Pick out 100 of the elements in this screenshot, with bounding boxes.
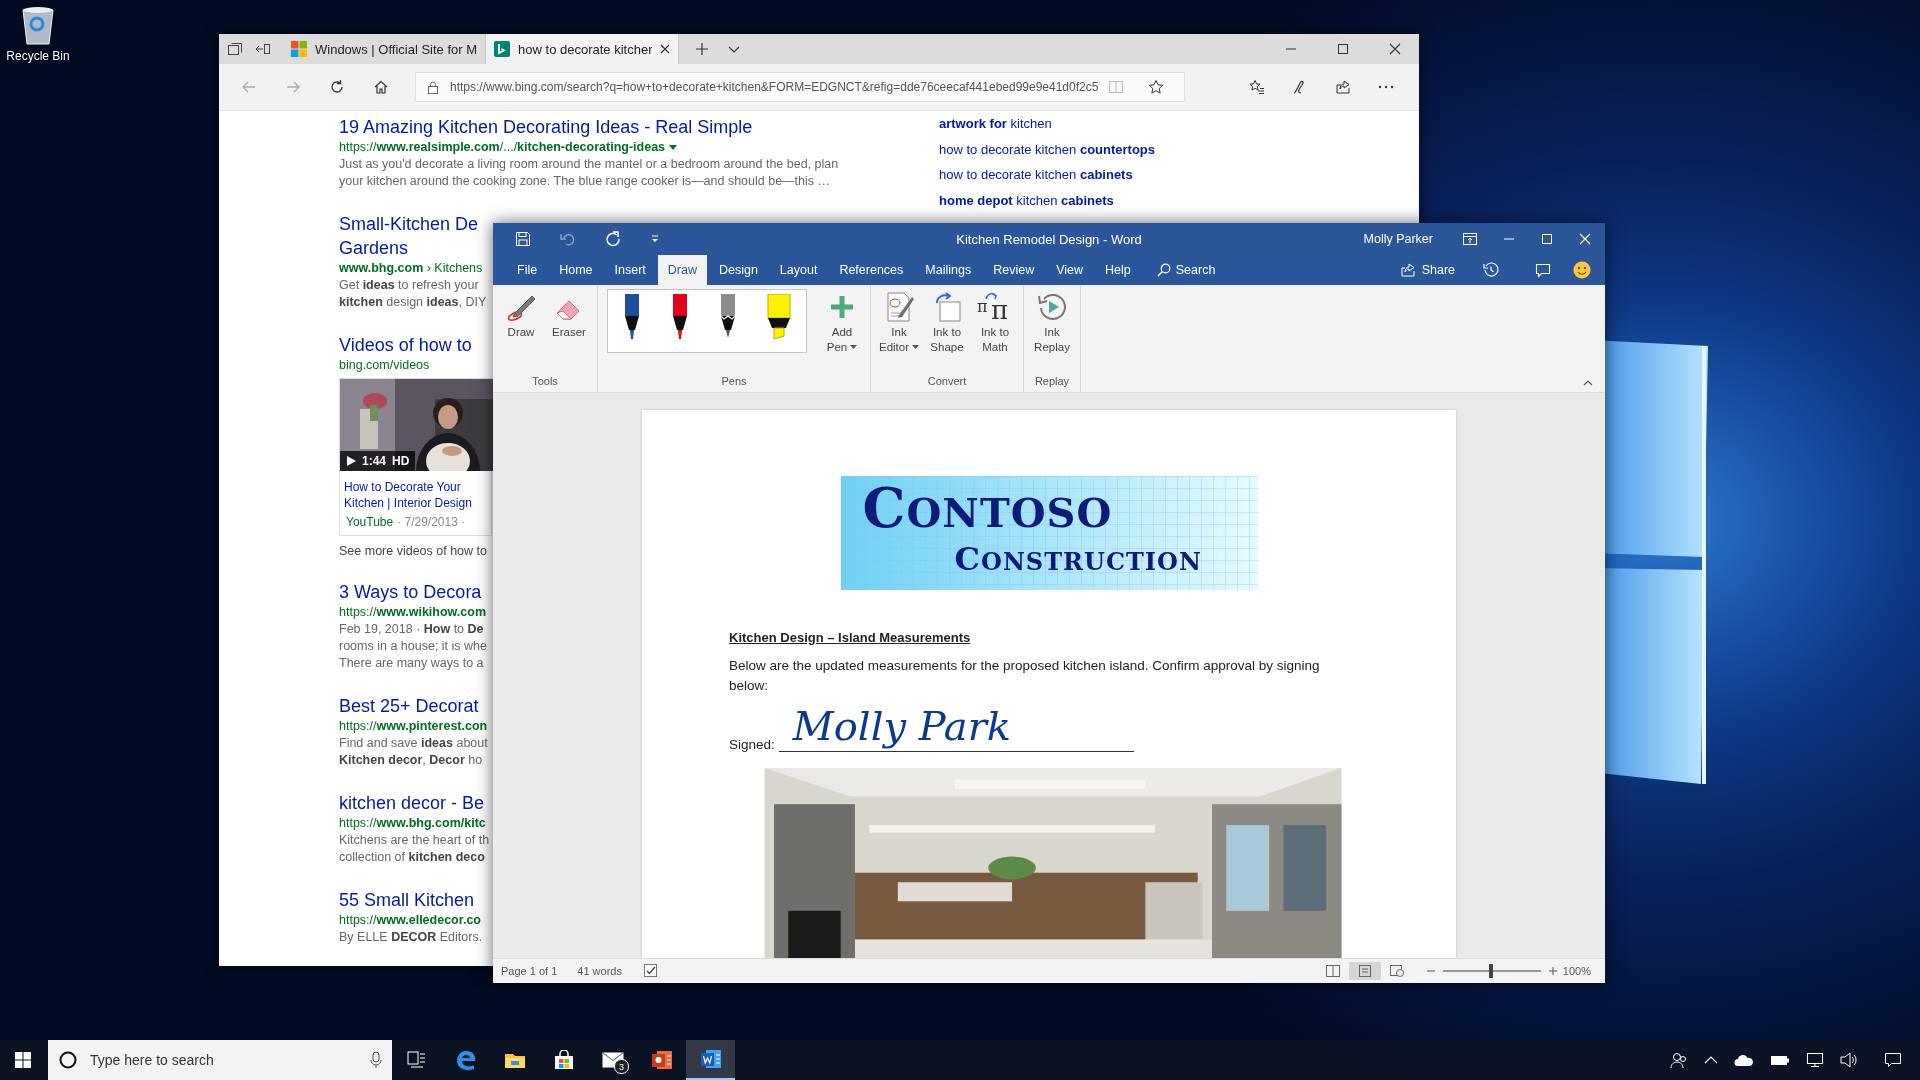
browser-tab[interactable]: how to decorate kitcher [486, 34, 680, 64]
related-search-link[interactable]: artwork for kitchen [939, 115, 1156, 133]
new-tab-icon[interactable] [695, 42, 710, 56]
signature-line[interactable]: Molly Park [778, 700, 1134, 752]
ink-editor-button[interactable]: Ink Editor [876, 289, 922, 357]
notifications-icon[interactable] [1884, 1052, 1902, 1068]
network-icon[interactable] [1806, 1052, 1824, 1068]
search-field[interactable]: Type here to search [88, 1051, 360, 1069]
result-title[interactable]: Small-Kitchen De Gardens [339, 212, 487, 260]
ribbon-tab[interactable]: Layout [769, 255, 828, 285]
related-search-link[interactable]: home depot kitchen cabinets [939, 191, 1156, 209]
chevron-up-icon[interactable] [1704, 1055, 1718, 1065]
ribbon-tab[interactable]: Help [1095, 255, 1141, 285]
page-count: Page 1 of 1 [501, 965, 558, 977]
ribbon-tab[interactable]: Mailings [915, 255, 982, 285]
zoom-in-icon[interactable] [1548, 967, 1557, 975]
more-videos-link[interactable]: See more videos of how to [339, 544, 492, 558]
ribbon-tab[interactable]: View [1046, 255, 1094, 285]
ribbon-display-options-icon[interactable] [1463, 233, 1477, 245]
eraser-button[interactable]: Eraser [546, 289, 592, 342]
maximize-icon[interactable] [1337, 43, 1349, 55]
caret-icon[interactable] [912, 345, 919, 351]
ribbon-tab[interactable]: Insert [604, 255, 656, 285]
share-icon[interactable] [1335, 79, 1351, 95]
ribbon-tab[interactable]: Draw [657, 255, 707, 285]
collapse-ribbon-icon[interactable] [1583, 380, 1593, 386]
comment-icon[interactable] [1535, 262, 1551, 278]
ink-replay-button[interactable]: Ink Replay [1029, 289, 1075, 357]
ribbon-group-label: Pens [720, 375, 748, 389]
trash-bin-icon[interactable] [20, 4, 56, 46]
video-quality-label: HD [392, 454, 410, 468]
customize-icon[interactable] [650, 234, 660, 244]
slider-thumb[interactable] [1488, 964, 1493, 978]
pen-icon[interactable] [670, 294, 690, 340]
set-aside-tabs-icon[interactable] [255, 41, 271, 57]
result-title[interactable]: 3 Ways to Decora [339, 580, 487, 604]
video-caption[interactable]: How to Decorate Your Kitchen | Interior Design [340, 471, 488, 513]
presentation-app-icon[interactable] [650, 1049, 673, 1071]
add-pen-button[interactable]: Add Pen [819, 289, 865, 357]
badge: 3 [614, 1059, 629, 1074]
close-icon[interactable] [1389, 43, 1401, 55]
cortana-ring-icon [58, 1050, 78, 1070]
star-icon[interactable] [1148, 79, 1165, 95]
zoom-percent: 100% [1562, 965, 1591, 977]
home-icon[interactable] [373, 79, 389, 95]
ribbon-group-label: Tools [531, 375, 559, 389]
result-title[interactable]: kitchen decor - Be [339, 791, 490, 815]
highlighter-icon[interactable] [766, 294, 792, 340]
taskbar-button[interactable]: 3 [588, 1040, 637, 1080]
ribbon-tab[interactable]: File [507, 255, 548, 285]
play-icon[interactable] [346, 456, 356, 466]
volume-icon[interactable] [1840, 1052, 1858, 1068]
shopping-bag-icon[interactable] [553, 1050, 574, 1070]
draw-button[interactable]: Draw [498, 289, 544, 342]
result-title[interactable]: Best 25+ Decorat [339, 694, 488, 718]
ribbon-tab[interactable]: Design [708, 255, 768, 285]
view-button[interactable] [1348, 962, 1381, 980]
people-icon[interactable] [1670, 1051, 1688, 1069]
caret-icon[interactable] [669, 144, 678, 151]
share-icon [1399, 262, 1416, 278]
result-title[interactable]: Videos of how to [339, 333, 492, 357]
document-app-icon[interactable] [699, 1048, 722, 1070]
related-search-link[interactable]: how to decorate kitchen cabinets [939, 166, 1156, 184]
search-icon [1156, 263, 1171, 277]
proofing-icon[interactable] [643, 964, 658, 978]
redo-icon[interactable] [605, 231, 621, 247]
refresh-icon[interactable] [329, 79, 345, 95]
address-bar[interactable]: https://www.bing.com/search?q=how+to+decorate+kitchen&FORM=EDGNCT&refig=dde76ceecaf441ebed99e9e41d0f2c5 [415, 72, 1185, 102]
taskbar-button[interactable] [686, 1040, 735, 1080]
folder-icon[interactable] [503, 1051, 526, 1069]
pen-icon[interactable] [622, 294, 642, 340]
ribbon-tab[interactable]: Review [983, 255, 1045, 285]
start-icon[interactable] [15, 1052, 31, 1068]
browser-icon[interactable] [454, 1049, 477, 1071]
search-box[interactable]: Type here to search [48, 1040, 392, 1080]
cloud-icon[interactable] [1734, 1053, 1754, 1067]
ribbon-tab[interactable]: References [829, 255, 914, 285]
tab-preview-icon[interactable] [227, 41, 243, 57]
ink-to-shape-button[interactable]: Ink to Shape [924, 289, 970, 357]
battery-icon[interactable] [1770, 1053, 1790, 1067]
related-search-link[interactable]: how to decorate kitchen countertops [939, 140, 1156, 158]
ribbon-group-label: Convert [926, 375, 968, 389]
video-card[interactable]: 1:44 HD How to Decorate Your Kitchen | Interior Design YouTube · 7/29/2013 · [339, 378, 492, 536]
ribbon-tab[interactable]: Home [549, 255, 603, 285]
caret-icon[interactable] [850, 345, 858, 351]
video-source: YouTube [346, 515, 394, 529]
save-icon[interactable] [515, 231, 531, 247]
result-title[interactable]: 19 Amazing Kitchen Decorating Ideas - Real Simple [339, 115, 839, 139]
result-title[interactable]: 55 Small Kitchen [339, 888, 483, 912]
history-icon[interactable] [1483, 262, 1499, 278]
task-view-icon[interactable] [406, 1051, 427, 1069]
share-button[interactable]: Share [1393, 261, 1461, 279]
favorites-icon[interactable] [1249, 79, 1265, 95]
search-button[interactable]: Search [1150, 255, 1222, 285]
result-url: https://www.wikihow.com [339, 604, 487, 621]
result-snippet: Feb 19, 2018 · How to De rooms in a house; it is whe There are many ways to a [339, 621, 487, 672]
close-icon[interactable] [660, 44, 671, 54]
smiley-icon[interactable] [1573, 261, 1591, 279]
print-layout-icon [1357, 965, 1372, 977]
microphone-icon[interactable] [370, 1051, 382, 1069]
